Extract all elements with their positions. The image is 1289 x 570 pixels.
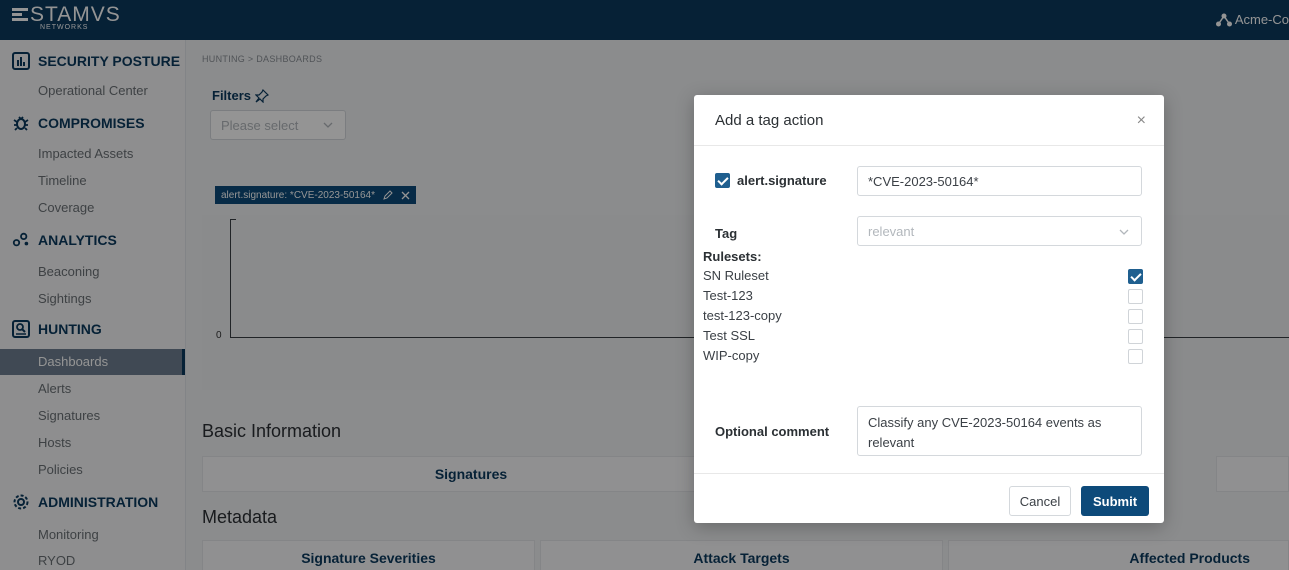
ruleset-name: test-123-copy	[703, 308, 782, 323]
ruleset-checkbox-wip-copy[interactable]	[1128, 349, 1143, 364]
ruleset-name: Test SSL	[703, 328, 756, 343]
cancel-button[interactable]: Cancel	[1009, 486, 1071, 516]
alert-signature-checkbox[interactable]	[715, 173, 730, 188]
optional-comment-textarea[interactable]: Classify any CVE-2023-50164 events as re…	[857, 406, 1142, 456]
ruleset-checkbox-test-ssl[interactable]	[1128, 329, 1143, 344]
tag-select[interactable]: relevant	[857, 216, 1142, 246]
chevron-down-icon	[1119, 229, 1129, 235]
rulesets-label: Rulesets:	[703, 249, 762, 264]
ruleset-checkbox-test-123[interactable]	[1128, 289, 1143, 304]
optional-comment-label: Optional comment	[715, 424, 830, 439]
modal-title: Add a tag action	[715, 112, 824, 129]
modal-footer-divider	[694, 473, 1164, 474]
submit-button[interactable]: Submit	[1081, 486, 1149, 516]
ruleset-checkbox-sn-ruleset[interactable]	[1128, 269, 1143, 284]
tag-label: Tag	[715, 226, 738, 241]
ruleset-name: Test-123	[703, 288, 753, 303]
alert-signature-input[interactable]: *CVE-2023-50164*	[857, 166, 1142, 196]
close-icon[interactable]: ×	[1137, 112, 1146, 130]
tag-select-placeholder: relevant	[868, 223, 915, 239]
ruleset-name: WIP-copy	[703, 348, 760, 363]
add-tag-action-modal: Add a tag action × alert.signature *CVE-…	[694, 95, 1164, 523]
ruleset-checkbox-test-123-copy[interactable]	[1128, 309, 1143, 324]
ruleset-name: SN Ruleset	[703, 268, 769, 283]
modal-header-divider	[694, 145, 1164, 146]
alert-signature-label: alert.signature	[737, 173, 827, 188]
